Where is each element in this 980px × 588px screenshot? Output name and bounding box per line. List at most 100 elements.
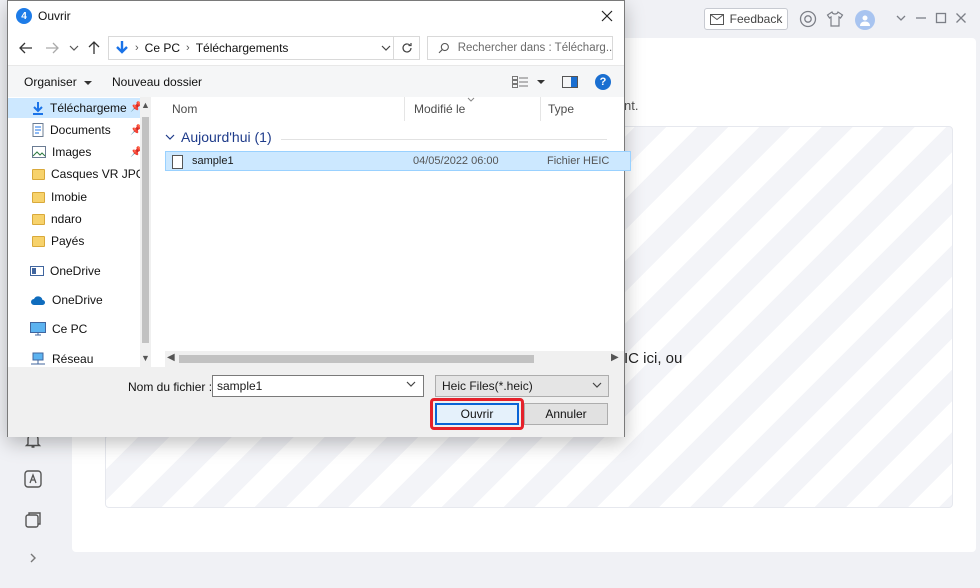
view-options-icon[interactable] [511, 74, 529, 90]
refresh-icon [401, 43, 412, 53]
dialog-footer: Nom du fichier : sample1 Heic Files(*.he… [8, 367, 624, 437]
column-header-name[interactable]: Nom [165, 97, 405, 121]
mail-icon [709, 13, 724, 25]
folder-icon [32, 168, 45, 180]
tshirt-icon[interactable] [826, 10, 844, 28]
nav-item-onedrive-2[interactable]: OneDrive [30, 290, 103, 310]
breadcrumb-root[interactable]: Ce PC [145, 41, 180, 55]
app-store-icon[interactable] [23, 469, 43, 489]
up-button[interactable] [84, 38, 104, 58]
app-logo-icon: 4 [16, 8, 32, 24]
close-icon [601, 10, 613, 22]
image-icon [32, 146, 46, 158]
nav-item-this-pc[interactable]: Ce PC [30, 319, 87, 339]
breadcrumb-folder[interactable]: Téléchargements [196, 41, 289, 55]
file-name: sample1 [192, 155, 234, 167]
back-button[interactable] [16, 38, 36, 58]
app-hint-text: nt. [624, 98, 639, 113]
recent-locations-button[interactable] [64, 38, 84, 58]
organize-button[interactable]: Organiser [24, 75, 93, 89]
network-icon [31, 352, 45, 365]
scrollbar-thumb[interactable] [142, 117, 149, 343]
folder-icon [32, 235, 45, 247]
chevron-right-icon[interactable]: ▶ [611, 352, 619, 363]
arrow-left-icon [19, 42, 32, 54]
computer-icon [30, 322, 46, 336]
dialog-title: Ouvrir [38, 9, 71, 23]
chevron-down-icon [592, 380, 602, 392]
chevron-down-icon[interactable] [406, 379, 416, 391]
nav-item-onedrive-1[interactable]: OneDrive [30, 261, 101, 281]
file-modified: 04/05/2022 06:00 [413, 155, 499, 167]
open-button-highlight: Ouvrir [430, 398, 524, 430]
close-icon[interactable] [953, 10, 969, 26]
chevron-down-icon[interactable] [893, 10, 909, 26]
chevron-right-icon: › [135, 42, 139, 54]
folder-icon [32, 191, 45, 203]
filename-input[interactable]: sample1 [212, 375, 424, 397]
group-divider [281, 139, 607, 140]
scrollbar-thumb[interactable] [179, 355, 534, 363]
file-icon [172, 155, 183, 169]
chevron-down-icon[interactable] [381, 41, 391, 55]
minimize-icon[interactable] [913, 10, 929, 26]
search-placeholder: Rechercher dans : Télécharg... [457, 42, 612, 54]
nav-item-documents[interactable]: Documents [32, 120, 111, 140]
help-icon[interactable]: ? [595, 74, 611, 90]
file-row[interactable]: sample1 04/05/2022 06:00 Fichier HEIC [165, 151, 631, 171]
folder-icon [32, 213, 45, 225]
horizontal-scrollbar[interactable]: ◀ ▶ [165, 351, 624, 367]
filename-label: Nom du fichier : [128, 380, 213, 394]
file-type: Fichier HEIC [547, 155, 610, 167]
open-file-dialog: 4 Ouvrir › Ce PC › Téléchargements Reche… [7, 0, 631, 437]
nav-item-imobie[interactable]: Imobie [32, 187, 87, 207]
view-dropdown-icon[interactable] [532, 74, 550, 90]
chevron-down-icon [165, 134, 175, 140]
chevron-down-icon [84, 81, 93, 85]
search-icon [438, 42, 449, 54]
dialog-toolbar: Organiser Nouveau dossier ? [8, 65, 624, 97]
chevron-left-icon[interactable]: ◀ [167, 352, 175, 363]
search-input[interactable]: Rechercher dans : Télécharg... [427, 36, 613, 60]
maximize-icon[interactable] [933, 10, 949, 26]
chevron-right-icon[interactable] [23, 548, 43, 568]
new-folder-button[interactable]: Nouveau dossier [112, 75, 202, 89]
chevron-down-icon [69, 45, 79, 51]
download-arrow-icon [33, 102, 43, 115]
arrow-up-icon [88, 41, 100, 54]
feedback-label: Feedback [729, 12, 783, 26]
dialog-titlebar: 4 Ouvrir [8, 1, 624, 31]
nav-item-ndaro[interactable]: ndaro [32, 209, 82, 229]
feedback-button[interactable]: Feedback [704, 8, 788, 30]
dialog-close-button[interactable] [596, 5, 618, 27]
drop-zone-text: IC ici, ou [624, 350, 683, 367]
nav-item-images[interactable]: Images [32, 142, 91, 162]
open-button[interactable]: Ouvrir [435, 403, 519, 425]
navigation-pane: Téléchargeme 📌 Documents 📌 Images 📌 Casq… [8, 97, 151, 367]
forward-button[interactable] [42, 38, 62, 58]
column-header-modified[interactable]: Modifié le [407, 97, 541, 121]
nav-item-downloads[interactable]: Téléchargeme [8, 98, 140, 118]
chevron-down-icon[interactable]: ▼ [141, 353, 150, 363]
address-bar[interactable]: › Ce PC › Téléchargements [108, 36, 420, 60]
avatar[interactable] [855, 10, 875, 30]
chevron-up-icon[interactable]: ▲ [141, 100, 150, 110]
nav-item-casques-vr[interactable]: Casques VR JPG [32, 164, 145, 184]
copy-icon[interactable] [23, 510, 43, 530]
chevron-right-icon: › [186, 42, 190, 54]
refresh-button[interactable] [393, 37, 419, 59]
cancel-button[interactable]: Annuler [524, 403, 608, 425]
preview-pane-icon[interactable] [561, 74, 579, 90]
nav-pane-scrollbar[interactable]: ▲ ▼ [140, 97, 151, 367]
onedrive-icon [30, 266, 44, 276]
file-list-pane: Nom Modifié le Type Aujourd'hui (1) samp… [151, 97, 631, 367]
sort-chevron-icon [467, 97, 475, 102]
download-arrow-icon [116, 41, 128, 54]
column-header-type[interactable]: Type [541, 97, 624, 121]
nav-item-payes[interactable]: Payés [32, 231, 84, 251]
support-icon[interactable] [799, 10, 817, 28]
nav-item-network[interactable]: Réseau [30, 349, 93, 369]
document-icon [32, 123, 44, 137]
file-type-select[interactable]: Heic Files(*.heic) [435, 375, 609, 397]
group-header[interactable]: Aujourd'hui (1) [165, 129, 272, 145]
